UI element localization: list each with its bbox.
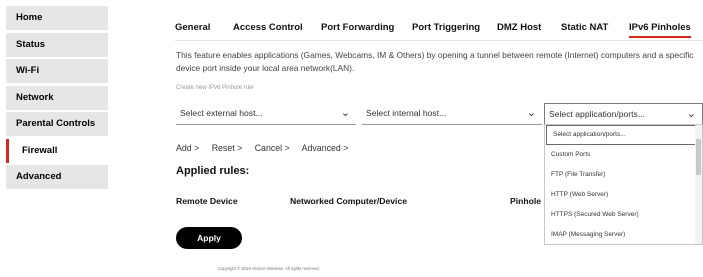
advanced-link[interactable]: Advanced >: [302, 143, 349, 153]
dropdown-option[interactable]: Select application/ports...: [546, 125, 701, 145]
footer-copyright: Copyright © 2019 Verizon Wireless. All r…: [218, 266, 320, 271]
column-header-networked-device: Networked Computer/Device: [290, 196, 408, 206]
dropdown-option[interactable]: HTTPS (Secured Web Server): [545, 205, 702, 225]
sidebar-item-home[interactable]: Home: [6, 6, 108, 30]
apply-button[interactable]: Apply: [176, 227, 242, 249]
column-header-pinhole: Pinhole: [510, 196, 542, 206]
dropdown-option[interactable]: HTTP (Web Server): [545, 185, 702, 205]
tab-access-control[interactable]: Access Control: [233, 22, 303, 33]
dropdown-option[interactable]: FTP (File Transfer): [545, 165, 702, 185]
sidebar: Home Status Wi-Fi Network Parental Contr…: [6, 6, 108, 192]
applied-rules-title: Applied rules:: [176, 165, 250, 177]
internal-host-select[interactable]: Select internal host... ⌄: [362, 103, 542, 125]
sidebar-item-advanced[interactable]: Advanced: [6, 165, 108, 189]
add-link[interactable]: Add >: [176, 143, 199, 153]
application-dropdown-list[interactable]: Select application/ports... Custom Ports…: [544, 124, 703, 245]
tab-dmz-host[interactable]: DMZ Host: [497, 22, 541, 33]
sidebar-item-network[interactable]: Network: [6, 85, 108, 110]
dropdown-scrollbar[interactable]: [695, 125, 702, 244]
internal-host-select-value: Select internal host...: [366, 108, 447, 118]
create-rule-label: Create new IPv6 Pinhole rule: [176, 85, 254, 91]
tab-port-forwarding[interactable]: Port Forwarding: [321, 22, 394, 33]
tabs-divider: [175, 40, 703, 41]
scrollbar-thumb[interactable]: [696, 139, 701, 175]
rule-actions: Add > Reset > Cancel > Advanced >: [176, 143, 358, 153]
chevron-down-icon: ⌄: [340, 107, 350, 119]
description-text: This feature enables applications (Games…: [176, 50, 694, 73]
chevron-down-icon: ⌄: [686, 108, 696, 120]
reset-link[interactable]: Reset >: [212, 143, 243, 153]
column-header-remote-device: Remote Device: [176, 196, 238, 206]
cancel-link[interactable]: Cancel >: [255, 143, 290, 153]
sidebar-item-parental-controls[interactable]: Parental Controls: [6, 112, 108, 136]
external-host-select[interactable]: Select external host... ⌄: [176, 103, 356, 125]
dropdown-option[interactable]: IMAP (Messaging Server): [545, 225, 702, 244]
application-select-value: Select application/ports...: [549, 109, 646, 119]
application-select[interactable]: Select application/ports... ⌄: [544, 103, 703, 125]
sidebar-item-status[interactable]: Status: [6, 32, 108, 57]
external-host-select-value: Select external host...: [180, 108, 263, 118]
tab-port-triggering[interactable]: Port Triggering: [412, 22, 480, 33]
sidebar-item-wifi[interactable]: Wi-Fi: [6, 59, 108, 83]
tab-general[interactable]: General: [175, 22, 210, 33]
chevron-down-icon: ⌄: [526, 107, 536, 119]
tab-static-nat[interactable]: Static NAT: [561, 22, 608, 33]
dropdown-option[interactable]: Custom Ports: [545, 145, 702, 165]
sidebar-item-firewall[interactable]: Firewall: [6, 138, 108, 163]
tab-ipv6-pinholes[interactable]: IPv6 Pinholes: [629, 22, 691, 38]
